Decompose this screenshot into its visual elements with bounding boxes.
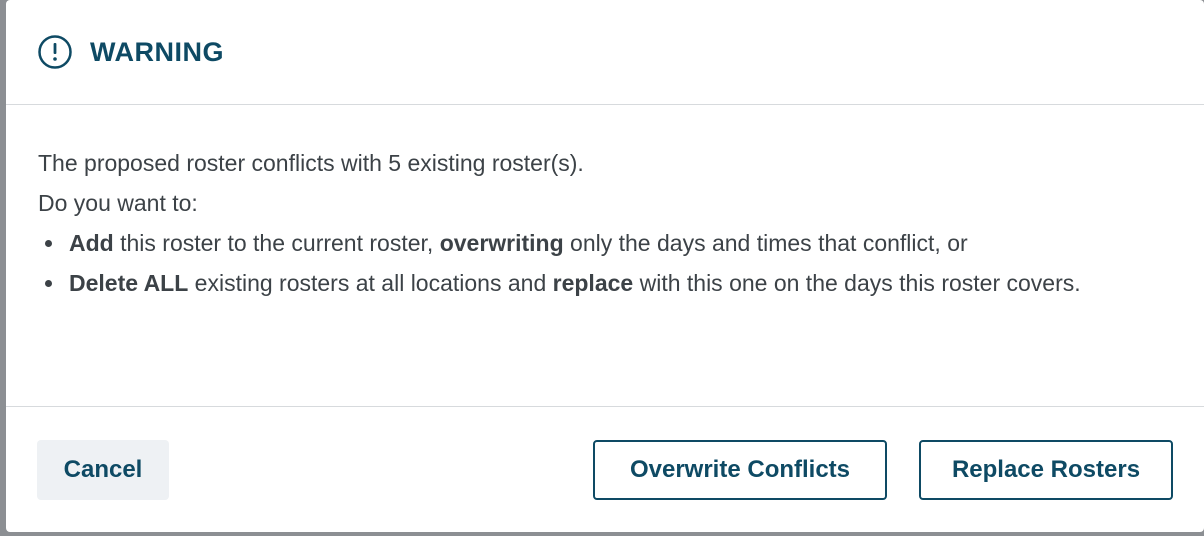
- overwrite-conflicts-button[interactable]: Overwrite Conflicts: [593, 440, 887, 500]
- replace-rosters-button[interactable]: Replace Rosters: [919, 440, 1173, 500]
- cancel-button[interactable]: Cancel: [37, 440, 169, 500]
- option-text: existing rosters at all locations and: [188, 270, 553, 296]
- warning-dialog: WARNING The proposed roster conflicts wi…: [6, 0, 1204, 532]
- option-text-bold: Delete ALL: [69, 270, 189, 296]
- dialog-header: WARNING: [6, 0, 1204, 105]
- dialog-title: WARNING: [90, 36, 224, 67]
- dialog-body: The proposed roster conflicts with 5 exi…: [6, 105, 1204, 407]
- option-text: only the days and times that conflict, o…: [563, 230, 968, 256]
- option-text: with this one on the days this roster co…: [633, 270, 1081, 296]
- option-list: Add this roster to the current roster, o…: [38, 223, 1173, 303]
- option-delete-replace: Delete ALL existing rosters at all locat…: [45, 263, 1173, 303]
- option-text-bold: overwriting: [439, 230, 564, 256]
- exclamation-circle-icon: [37, 34, 73, 70]
- question-text: Do you want to:: [38, 190, 198, 216]
- dialog-footer: Cancel Overwrite Conflicts Replace Roste…: [6, 407, 1204, 531]
- conflict-message: The proposed roster conflicts with 5 exi…: [38, 150, 584, 176]
- option-text-bold: replace: [552, 270, 634, 296]
- option-text-bold: Add: [69, 230, 114, 256]
- option-text: this roster to the current roster,: [113, 230, 440, 256]
- option-add-overwrite: Add this roster to the current roster, o…: [45, 223, 1173, 263]
